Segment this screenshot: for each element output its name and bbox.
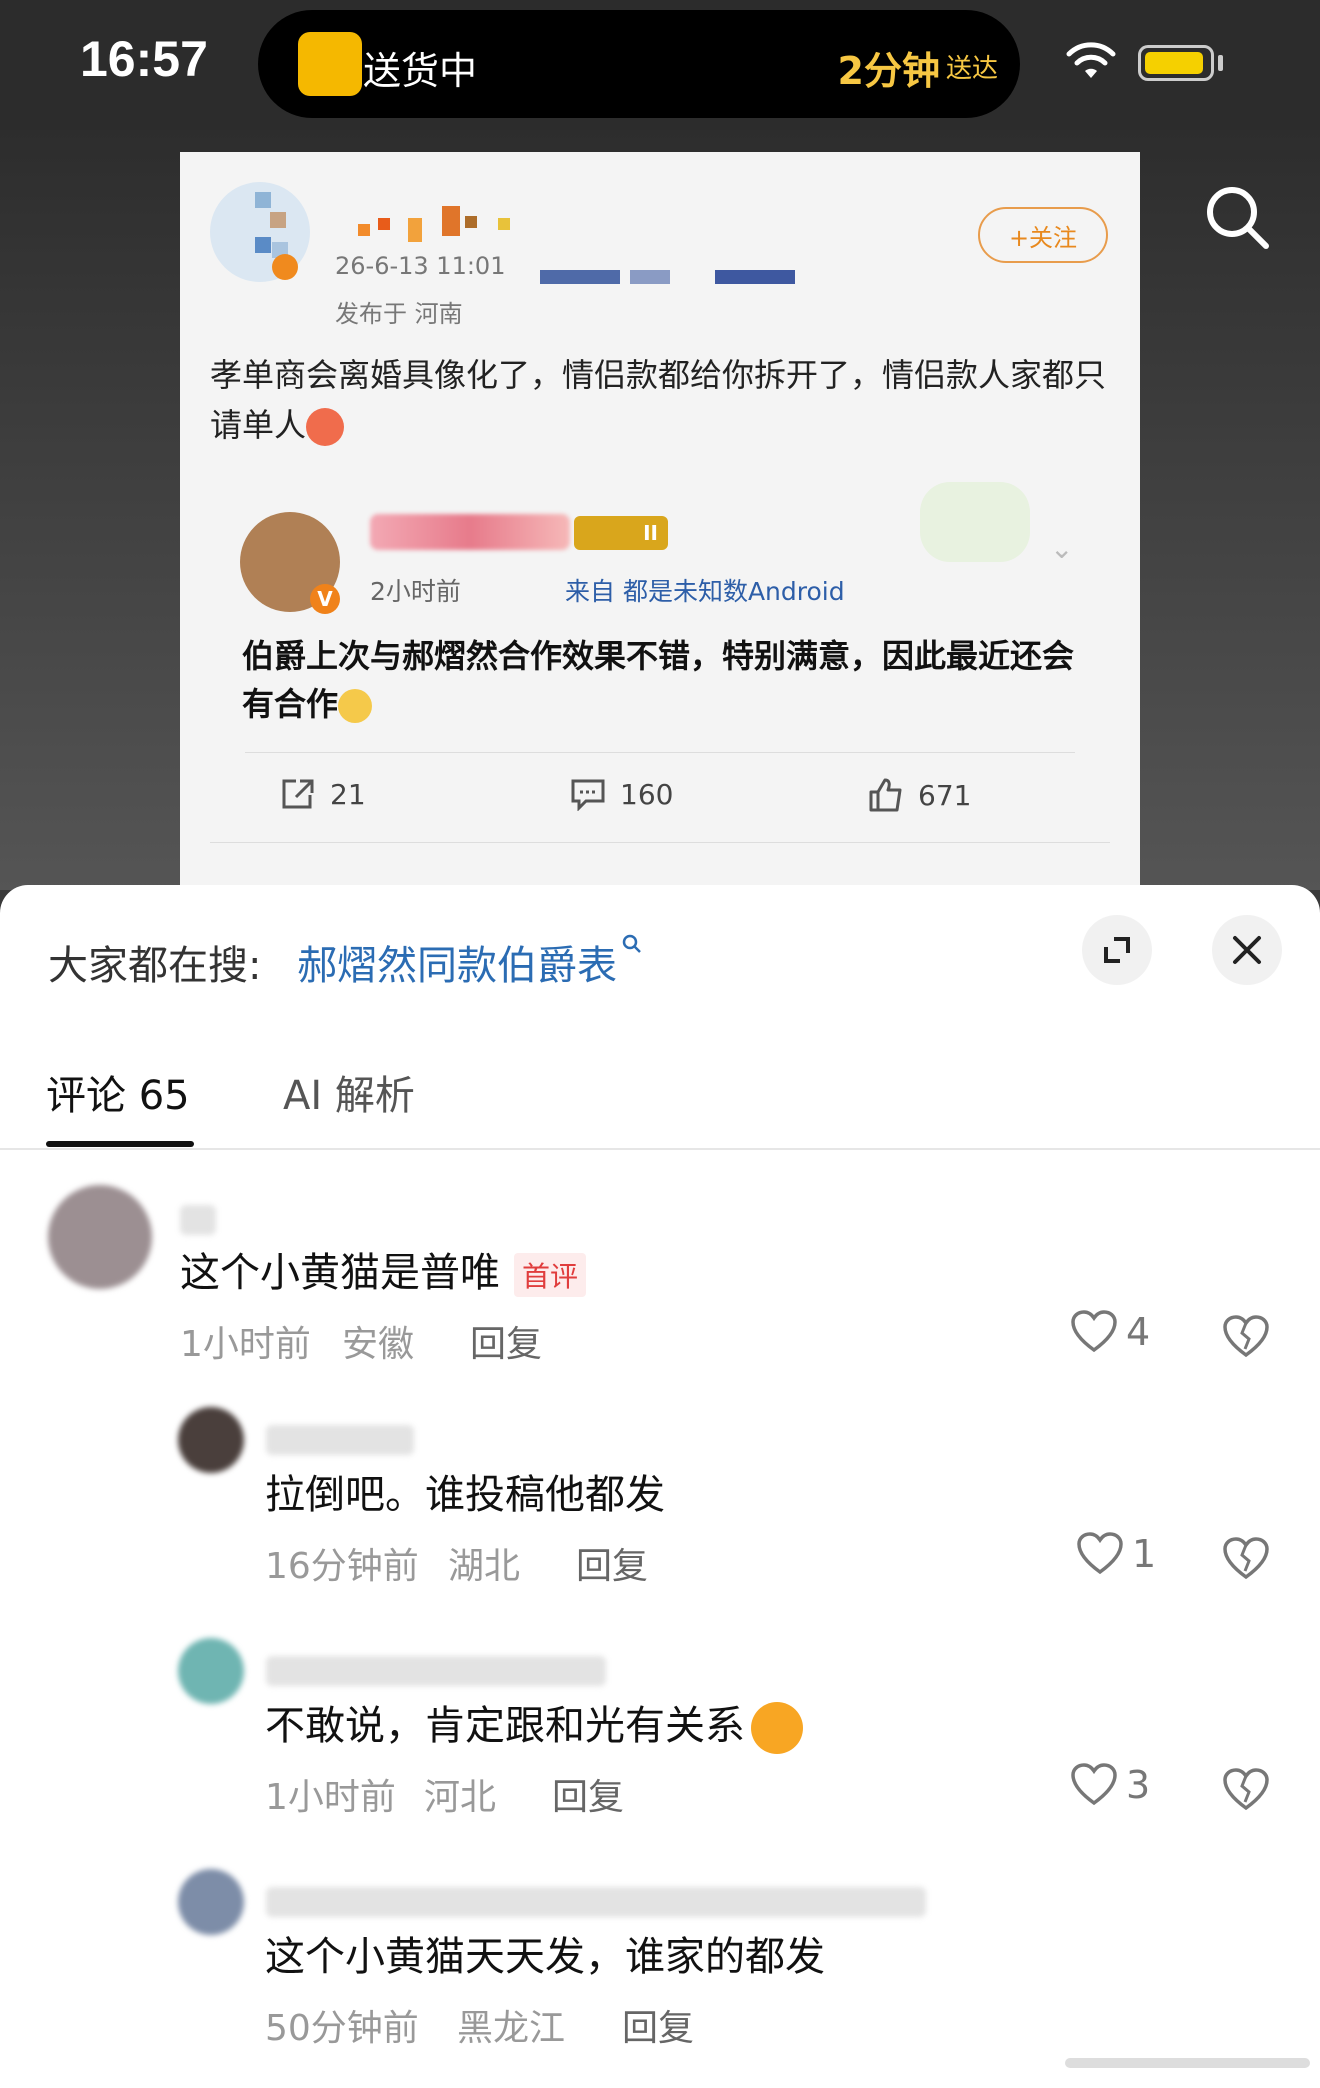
wifi-icon bbox=[1066, 42, 1116, 78]
commenter-avatar[interactable] bbox=[178, 1638, 244, 1704]
active-tab-indicator bbox=[46, 1141, 194, 1147]
heart-icon bbox=[1077, 1532, 1123, 1575]
status-time: 16:57 bbox=[80, 31, 208, 87]
comment-text: 这个小黄猫是普唯 首评 bbox=[180, 1240, 587, 1298]
chevron-down-icon[interactable]: ⌄ bbox=[1050, 532, 1073, 565]
broken-heart-icon[interactable] bbox=[1222, 1313, 1270, 1359]
tab-ai-analysis[interactable]: AI 解析 bbox=[283, 1063, 415, 1121]
trending-search-prefix: 大家都在搜: bbox=[48, 943, 262, 989]
post-text: 孝单商会离婚具像化了，情侣款都给你拆开了，情侣款人家都只请单人 bbox=[210, 356, 1107, 446]
comment-text: 不敢说，肯定跟和光有关系 bbox=[265, 1693, 803, 1754]
comments-sheet: 大家都在搜: 郝熠然同款伯爵表 评论 65 AI 解析 这个小黄猫是普唯 首评 1… bbox=[0, 885, 1320, 2088]
repost-time: 2小时前 bbox=[370, 577, 461, 606]
battery-nub bbox=[1218, 55, 1223, 71]
smirk-emoji-icon bbox=[751, 1702, 803, 1754]
share-icon bbox=[282, 779, 314, 809]
reply-button[interactable]: 回复 bbox=[470, 1315, 542, 1367]
commenter-avatar[interactable] bbox=[178, 1407, 244, 1473]
post-screenshot-card[interactable]: 26-6-13 11:01 发布于 河南 +关注 孝单商会离婚具像化了，情侣款都… bbox=[180, 152, 1140, 890]
comment-time: 50分钟前 bbox=[265, 2008, 419, 2049]
delivery-eta: 2分钟 bbox=[837, 49, 940, 93]
like-count: 4 bbox=[1126, 1310, 1151, 1354]
first-comment-tag: 首评 bbox=[514, 1253, 587, 1297]
thumbs-up-icon bbox=[869, 778, 902, 812]
reply-button[interactable]: 回复 bbox=[622, 1999, 694, 2051]
heart-icon bbox=[1071, 1763, 1117, 1806]
commenter-name-blurred[interactable] bbox=[266, 1425, 414, 1455]
repost-author-name-blurred bbox=[370, 514, 570, 550]
like-count-button[interactable]: 671 bbox=[868, 777, 971, 813]
tab-comments[interactable]: 评论 65 bbox=[46, 1063, 190, 1121]
comment-count: 160 bbox=[620, 777, 674, 811]
comment-text: 拉倒吧。谁投稿他都发 bbox=[265, 1472, 665, 1518]
broken-heart-icon[interactable] bbox=[1222, 1766, 1270, 1812]
dynamic-island-delivery[interactable]: 送货中 2分钟 送达 bbox=[258, 10, 1020, 118]
battery-icon bbox=[1138, 45, 1214, 81]
like-count: 1 bbox=[1132, 1532, 1157, 1576]
repost-count-button[interactable]: 21 bbox=[280, 777, 366, 811]
comment-region: 河北 bbox=[424, 1777, 497, 1818]
comment-region: 黑龙江 bbox=[457, 2008, 566, 2049]
member-crown-badge: II bbox=[574, 516, 668, 550]
repost-count: 21 bbox=[330, 777, 366, 811]
comment-count-button[interactable]: 160 bbox=[570, 777, 673, 811]
close-icon bbox=[1233, 936, 1261, 964]
post-date: 26-6-13 11:01 bbox=[335, 252, 506, 280]
comment-text: 这个小黄猫天天发，谁家的都发 bbox=[265, 1934, 825, 1980]
comment-region: 湖北 bbox=[448, 1546, 521, 1587]
commenter-name-blurred[interactable] bbox=[266, 1656, 606, 1686]
comment-icon bbox=[571, 779, 605, 811]
heart-icon bbox=[1071, 1310, 1117, 1353]
comment-time: 16分钟前 bbox=[265, 1546, 419, 1587]
divider bbox=[210, 842, 1110, 843]
commenter-name-blurred[interactable] bbox=[266, 1887, 926, 1917]
home-indicator[interactable] bbox=[1065, 2058, 1310, 2068]
like-button[interactable]: 4 bbox=[1070, 1310, 1150, 1354]
verified-badge-icon: V bbox=[310, 584, 340, 614]
poster-avatar bbox=[210, 182, 310, 282]
trending-search-link[interactable]: 郝熠然同款伯爵表 bbox=[297, 933, 643, 991]
delivery-status-label: 送货中 bbox=[363, 49, 478, 93]
comment-region: 安徽 bbox=[342, 1324, 415, 1365]
divider bbox=[0, 1148, 1320, 1150]
poster-name-mosaic bbox=[358, 224, 370, 236]
expand-button[interactable] bbox=[1082, 915, 1152, 985]
poster-meta-mosaic bbox=[540, 270, 620, 284]
reply-button[interactable]: 回复 bbox=[576, 1537, 648, 1589]
expand-icon bbox=[1104, 937, 1130, 963]
like-button[interactable]: 3 bbox=[1070, 1763, 1150, 1807]
commenter-avatar[interactable] bbox=[178, 1869, 244, 1935]
like-count: 3 bbox=[1126, 1763, 1151, 1807]
decorative-sticker bbox=[920, 482, 1030, 562]
repost-text: 伯爵上次与郝熠然合作效果不错，特别满意，因此最近还会有合作 bbox=[242, 637, 1075, 723]
like-count: 671 bbox=[918, 778, 972, 812]
follow-button[interactable]: +关注 bbox=[978, 207, 1108, 263]
commenter-avatar[interactable] bbox=[48, 1185, 152, 1289]
comment-time: 1小时前 bbox=[180, 1324, 311, 1365]
surprised-emoji-icon bbox=[338, 689, 373, 723]
close-button[interactable] bbox=[1212, 915, 1282, 985]
repost-source: 来自 都是未知数Android bbox=[565, 577, 845, 606]
broken-heart-icon[interactable] bbox=[1222, 1535, 1270, 1581]
post-location: 发布于 河南 bbox=[335, 300, 463, 328]
reply-button[interactable]: 回复 bbox=[552, 1768, 624, 1820]
delivery-scooter-icon bbox=[298, 32, 362, 96]
search-small-icon bbox=[622, 934, 641, 953]
divider bbox=[245, 752, 1075, 753]
search-icon[interactable] bbox=[1202, 182, 1272, 252]
like-button[interactable]: 1 bbox=[1076, 1532, 1156, 1576]
laughing-emoji-icon bbox=[306, 408, 345, 446]
commenter-name-blurred[interactable] bbox=[180, 1205, 216, 1235]
delivery-eta-suffix: 送达 bbox=[945, 54, 998, 84]
comment-time: 1小时前 bbox=[265, 1777, 396, 1818]
